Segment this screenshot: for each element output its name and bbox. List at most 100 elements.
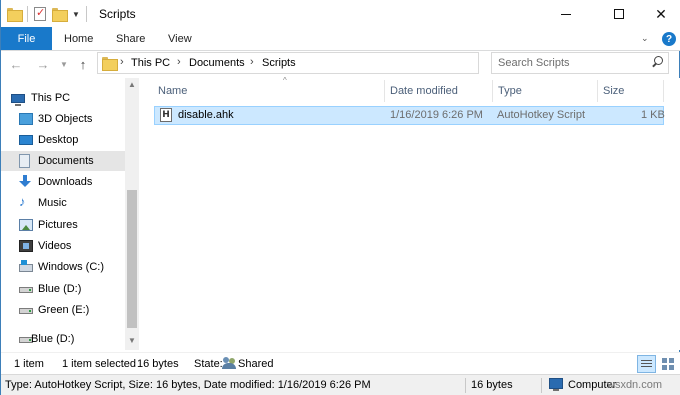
3d-objects-icon (19, 113, 33, 125)
column-divider[interactable] (492, 80, 493, 102)
windows-drive-icon (19, 260, 33, 272)
forward-button[interactable]: → (35, 55, 51, 73)
selected-size: 16 bytes (137, 358, 179, 370)
pictures-icon (19, 219, 33, 231)
forward-arrow-icon: → (36, 56, 50, 72)
close-button[interactable]: ✕ (638, 0, 680, 28)
details-view-button[interactable] (637, 355, 656, 373)
column-label: Type (498, 85, 522, 97)
ahk-file-icon: H (160, 108, 172, 122)
column-divider[interactable] (663, 80, 664, 102)
nav-item-3d-objects[interactable]: 3D Objects (1, 109, 125, 129)
nav-item-label: Blue (D:) (31, 333, 75, 345)
nav-item-pictures[interactable]: Pictures (1, 215, 125, 235)
breadcrumb-chevron-icon[interactable]: › (250, 56, 254, 68)
file-name: disable.ahk (178, 109, 234, 121)
nav-item-label: Desktop (38, 134, 79, 146)
tab-home[interactable]: Home (64, 27, 93, 50)
search-placeholder: Search Scripts (498, 57, 570, 69)
minimize-button[interactable] (543, 0, 589, 28)
state-value: Shared (238, 358, 274, 370)
state-label: State: (194, 358, 223, 370)
drive-icon (19, 308, 33, 314)
up-arrow-icon: ↑ (79, 56, 87, 72)
properties-icon[interactable] (34, 6, 46, 21)
downloads-icon (19, 175, 31, 187)
shared-users-icon (222, 356, 236, 370)
scroll-down-icon[interactable]: ▼ (128, 336, 136, 345)
navigation-bar: ← → ▼ ↑ › This PC › Documents › Scripts … (1, 51, 680, 78)
nav-item-this-pc[interactable]: This PC (1, 88, 125, 108)
item-count: 1 item (14, 358, 44, 370)
title-bar: ▼ Scripts ✕ (1, 0, 680, 28)
back-arrow-icon: ← (9, 56, 23, 72)
breadcrumb-this-pc[interactable]: This PC (131, 57, 170, 69)
nav-item-windows-c[interactable]: Windows (C:) (1, 257, 125, 277)
maximize-button[interactable] (596, 0, 642, 28)
column-header-size[interactable]: Size (603, 78, 663, 104)
large-icons-view-button[interactable] (659, 355, 678, 373)
search-icon (651, 56, 663, 68)
breadcrumb-chevron-icon[interactable]: › (177, 56, 181, 68)
breadcrumb-scripts[interactable]: Scripts (262, 57, 296, 69)
desktop-icon (19, 135, 33, 145)
help-icon[interactable]: ? (662, 32, 676, 46)
sort-ascending-icon: ^ (283, 76, 287, 85)
music-icon: ♪ (19, 194, 26, 209)
details-summary: Type: AutoHotkey Script, Size: 16 bytes,… (5, 379, 371, 391)
nav-item-label: This PC (31, 92, 71, 104)
expand-ribbon-chevron-icon[interactable]: ⌄ (641, 33, 649, 44)
search-input[interactable]: Search Scripts (491, 52, 669, 74)
maximize-icon (614, 9, 624, 19)
ribbon-tabs: File Home Share View ⌄ ? (1, 27, 680, 51)
nav-item-documents[interactable]: Documents (1, 151, 125, 171)
nav-item-label: Pictures (38, 219, 78, 231)
window-title: Scripts (99, 7, 136, 21)
toolbar-divider (27, 6, 28, 22)
file-list: Name ^ Date modified Type Size H disable… (140, 76, 680, 350)
file-size: 1 KB (641, 109, 665, 121)
breadcrumb-documents[interactable]: Documents (189, 57, 245, 69)
back-button[interactable]: ← (8, 55, 24, 73)
recent-locations-button[interactable]: ▼ (56, 55, 72, 73)
new-folder-icon[interactable] (52, 8, 68, 22)
file-date-modified: 1/16/2019 6:26 PM (390, 109, 483, 121)
column-label: Size (603, 85, 625, 97)
scroll-up-icon[interactable]: ▲ (128, 80, 136, 89)
nav-item-label: Documents (38, 155, 94, 167)
column-header-date-modified[interactable]: Date modified (390, 78, 490, 104)
nav-item-blue-d[interactable]: Blue (D:) (1, 279, 125, 299)
up-button[interactable]: ↑ (75, 55, 91, 73)
nav-item-blue-d-network[interactable]: Blue (D:) (1, 329, 125, 349)
nav-item-videos[interactable]: Videos (1, 236, 125, 256)
navigation-pane: This PC 3D Objects Desktop Documents Dow… (1, 78, 140, 350)
scrollbar-thumb[interactable] (127, 190, 137, 328)
nav-item-downloads[interactable]: Downloads (1, 172, 125, 192)
nav-item-label: Windows (C:) (38, 261, 105, 273)
column-divider[interactable] (597, 80, 598, 102)
customize-toolbar-chevron-icon[interactable]: ▼ (72, 10, 80, 19)
tab-share[interactable]: Share (116, 27, 145, 50)
nav-item-label: 3D Objects (38, 113, 93, 125)
explorer-window: ▼ Scripts ✕ File Home Share View ⌄ ? ← →… (0, 0, 680, 395)
breadcrumb-chevron-icon[interactable]: › (120, 56, 124, 68)
tab-view[interactable]: View (168, 27, 192, 50)
documents-icon (19, 154, 30, 168)
address-bar[interactable]: › This PC › Documents › Scripts ▼ ⟳ (97, 52, 572, 74)
drive-icon (19, 287, 33, 293)
column-divider[interactable] (384, 80, 385, 102)
details-size: 16 bytes (471, 379, 513, 391)
file-row[interactable]: H disable.ahk 1/16/2019 6:26 PM AutoHotk… (154, 106, 665, 125)
navigation-scrollbar[interactable]: ▲ ▼ (125, 78, 139, 350)
column-header-type[interactable]: Type (498, 78, 598, 104)
folder-icon (102, 57, 118, 71)
nav-item-music[interactable]: ♪ Music (1, 193, 125, 213)
column-header-name[interactable]: Name ^ (158, 76, 384, 104)
details-divider (465, 378, 466, 393)
nav-item-green-e[interactable]: Green (E:) (1, 300, 125, 320)
status-bar: 1 item 1 item selected 16 bytes State: S… (1, 352, 680, 374)
watermark-text: wsxdn.com (607, 379, 663, 391)
tab-file[interactable]: File (1, 27, 52, 50)
details-bar: Type: AutoHotkey Script, Size: 16 bytes,… (1, 374, 680, 395)
nav-item-desktop[interactable]: Desktop (1, 130, 125, 150)
